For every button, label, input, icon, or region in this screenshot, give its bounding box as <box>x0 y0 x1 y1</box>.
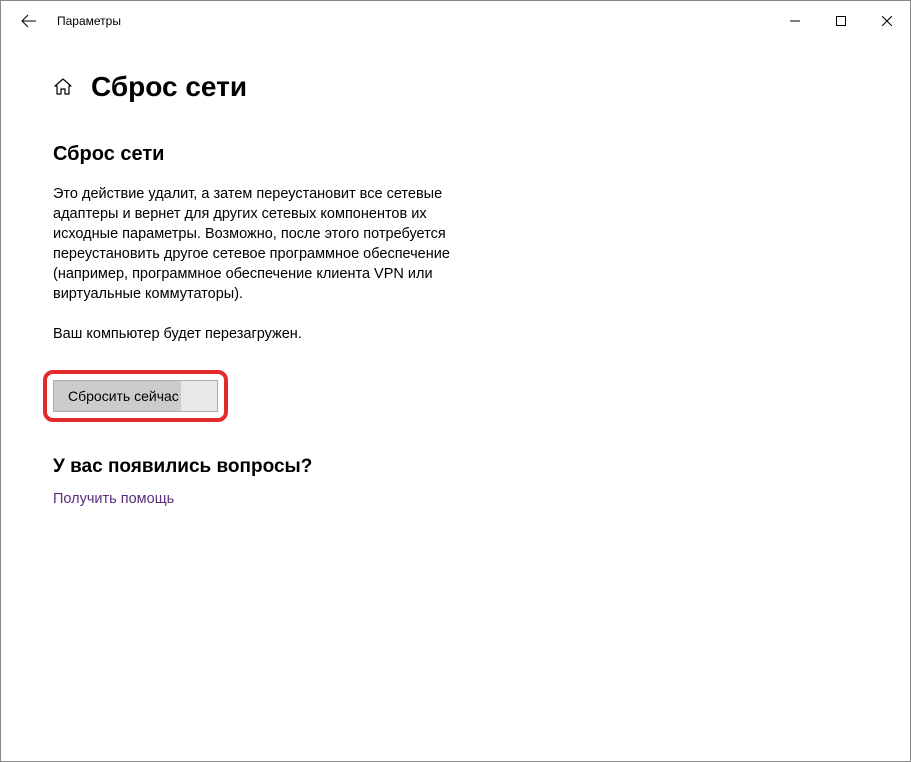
reset-now-button[interactable]: Сбросить сейчас <box>53 380 218 412</box>
highlight-box: Сбросить сейчас <box>43 370 228 422</box>
titlebar: Параметры <box>1 1 910 41</box>
reboot-notice: Ваш компьютер будет перезагружен. <box>53 324 493 344</box>
home-icon <box>53 77 73 97</box>
window-title: Параметры <box>57 14 121 28</box>
questions-heading: У вас появились вопросы? <box>53 456 601 478</box>
content-area: Сброс сети Сброс сети Это действие удали… <box>1 41 641 528</box>
close-icon <box>882 16 892 26</box>
window-controls <box>772 1 910 41</box>
back-button[interactable] <box>13 5 45 37</box>
get-help-link[interactable]: Получить помощь <box>53 491 174 507</box>
page-title: Сброс сети <box>91 71 247 103</box>
maximize-button[interactable] <box>818 1 864 41</box>
close-button[interactable] <box>864 1 910 41</box>
page-header: Сброс сети <box>53 71 601 103</box>
home-button[interactable] <box>53 77 73 97</box>
maximize-icon <box>836 16 846 26</box>
section-heading: Сброс сети <box>53 143 601 166</box>
description-text: Это действие удалит, а затем переустанов… <box>53 184 493 304</box>
minimize-button[interactable] <box>772 1 818 41</box>
minimize-icon <box>790 16 800 26</box>
arrow-left-icon <box>21 13 37 29</box>
